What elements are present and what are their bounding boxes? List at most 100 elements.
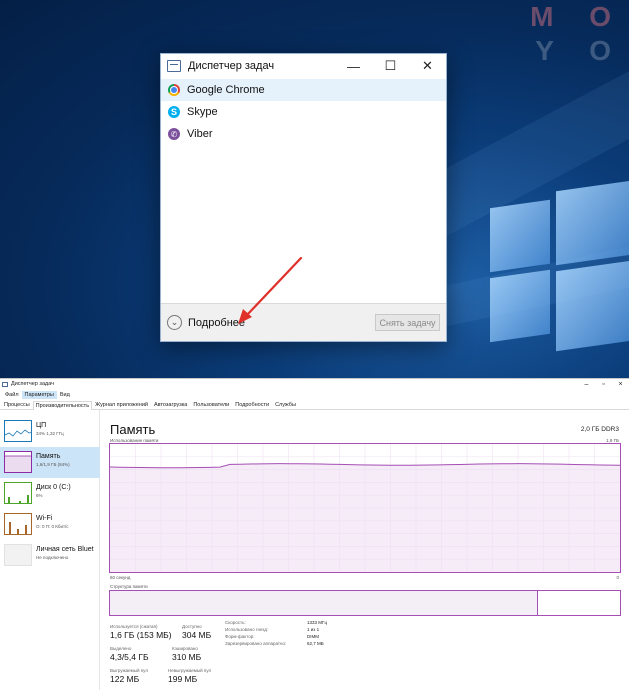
sidebar-item-wifi[interactable]: Wi-Fi О: 0 П: 0 Кбит/с	[0, 509, 100, 540]
list-item-google-chrome[interactable]: Google Chrome	[161, 79, 446, 101]
detail-slots: Использовано гнезд: 1 из 1	[225, 626, 319, 633]
watermark-line-1: M O	[530, 1, 625, 32]
task-manager-icon	[2, 381, 8, 387]
sidebar-item-memory[interactable]: Память 1,6/1,9 ГБ (84%)	[0, 447, 100, 478]
detail-form-factor: Форм-фактор: DIMM	[225, 633, 319, 640]
tab-strip: Процессы Производительность Журнал прило…	[0, 400, 629, 410]
close-button[interactable]: ✕	[409, 54, 446, 78]
sidebar-item-bluetooth[interactable]: Личная сеть Bluet Не подключено	[0, 540, 100, 571]
bluetooth-mini-graph	[4, 544, 32, 566]
detail-value: 1 из 1	[307, 627, 320, 632]
chevron-down-icon[interactable]: ⌄	[167, 315, 182, 330]
list-item-viber[interactable]: ✆ Viber	[161, 123, 446, 145]
tab-app-history[interactable]: Журнал приложений	[92, 400, 151, 409]
stat-paged-pool: Выгружаемый пул 122 МБ	[110, 668, 148, 685]
detail-hardware-reserved: Зарезервировано аппаратно: 62,7 МБ	[225, 640, 324, 647]
windows-logo	[478, 178, 629, 378]
minimize-button[interactable]: —	[335, 54, 372, 78]
detail-key: Скорость:	[225, 620, 246, 625]
memory-details-pane: Память 2,0 ГБ DDR3 Использование памяти …	[108, 410, 621, 690]
detail-speed: Скорость: 1333 МГц	[225, 619, 327, 626]
tab-performance[interactable]: Производительность	[32, 401, 93, 410]
sidebar-item-cpu[interactable]: ЦП 34% 1,32 ГГц	[0, 416, 100, 447]
cpu-mini-graph	[4, 420, 32, 442]
sidebar-item-label: Память	[36, 453, 61, 460]
sidebar-item-label: ЦП	[36, 422, 47, 429]
app-name: Skype	[187, 106, 218, 118]
memory-usage-graph	[109, 443, 621, 573]
skype-icon: S	[168, 106, 180, 118]
sidebar-item-sub: Не подключено	[36, 555, 69, 560]
window-title: Диспетчер задач	[188, 60, 275, 72]
footer-bar: ⌄ Подробнее Снять задачу	[161, 303, 446, 341]
site-watermark: M O Y O	[530, 0, 625, 68]
tab-startup[interactable]: Автозагрузка	[151, 400, 190, 409]
detail-value: 1333 МГц	[307, 620, 328, 625]
stat-value: 122 МБ	[110, 674, 140, 684]
viber-icon: ✆	[168, 128, 180, 140]
resource-sidebar: ЦП 34% 1,32 ГГц Память 1,6/1,9 ГБ (84%)	[0, 410, 100, 690]
maximize-button[interactable]: ▫	[595, 381, 612, 388]
tab-details[interactable]: Подробности	[232, 400, 272, 409]
memory-usage-area	[110, 463, 620, 572]
app-list: Google Chrome S Skype ✆ Viber	[161, 78, 446, 145]
time-axis-label: 60 секунд	[110, 575, 131, 580]
page-title: Память	[110, 422, 156, 437]
sidebar-item-label: Wi-Fi	[36, 515, 53, 522]
menu-options[interactable]: Параметры	[21, 390, 57, 399]
sidebar-item-sub: 6%	[36, 493, 43, 498]
menu-bar: Файл Параметры Вид	[0, 389, 629, 400]
more-details-link[interactable]: Подробнее	[188, 317, 375, 329]
end-task-button[interactable]: Снять задачу	[375, 314, 440, 331]
memory-mini-graph	[4, 451, 32, 473]
detail-key: Зарезервировано аппаратно:	[225, 641, 287, 646]
chrome-icon	[168, 84, 180, 96]
menu-file[interactable]: Файл	[2, 391, 22, 399]
stat-in-use: Используется (сжатая) 1,6 ГБ (153 МБ)	[110, 624, 172, 641]
tab-users[interactable]: Пользователи	[190, 400, 232, 409]
stat-value: 4,3/5,4 ГБ	[110, 652, 149, 662]
sidebar-item-sub: О: 0 П: 0 Кбит/с	[36, 524, 69, 529]
app-name: Viber	[187, 128, 213, 140]
close-button[interactable]: ×	[612, 381, 629, 388]
memory-spec: 2,0 ГБ DDR3	[580, 426, 619, 433]
maximize-button[interactable]: ☐	[372, 54, 409, 78]
task-manager-full-window: Диспетчер задач – ▫ × Файл Параметры Вид…	[0, 378, 629, 690]
list-item-skype[interactable]: S Skype	[161, 101, 446, 123]
disk-mini-graph	[4, 482, 32, 504]
task-manager-icon	[167, 60, 181, 72]
full-window-title: Диспетчер задач	[11, 381, 55, 387]
sidebar-item-sub: 34% 1,32 ГГц	[36, 431, 64, 436]
stat-available: Доступно 304 МБ	[182, 624, 211, 641]
stat-cached: Кэшировано 310 МБ	[172, 646, 201, 663]
sidebar-item-label: Личная сеть Bluet	[36, 546, 94, 553]
structure-label: Структура памяти	[110, 584, 148, 589]
sidebar-item-label: Диск 0 (C:)	[36, 484, 71, 491]
stat-value: 1,6 ГБ (153 МБ)	[110, 630, 172, 640]
app-name: Google Chrome	[187, 84, 265, 96]
menu-view[interactable]: Вид	[57, 391, 73, 399]
sidebar-item-sub: 1,6/1,9 ГБ (84%)	[36, 462, 70, 467]
sidebar-item-disk[interactable]: Диск 0 (C:) 6%	[0, 478, 100, 509]
stat-value: 199 МБ	[168, 674, 198, 684]
stat-nonpaged-pool: Невыгружаемый пул 199 МБ	[168, 668, 211, 685]
full-title-bar[interactable]: Диспетчер задач – ▫ ×	[0, 379, 629, 389]
detail-key: Форм-фактор:	[225, 634, 255, 639]
stat-value: 310 МБ	[172, 652, 202, 662]
memory-usage-plot	[110, 444, 620, 572]
memory-composition-bar	[109, 590, 621, 616]
minimize-button[interactable]: –	[578, 381, 595, 388]
tab-processes[interactable]: Процессы	[1, 400, 33, 409]
memory-in-use-segment	[110, 591, 539, 615]
stat-value: 304 МБ	[182, 630, 212, 640]
desktop-background: M O Y O Диспетчер задач — ☐ ✕ Google Chr…	[0, 0, 629, 378]
title-bar[interactable]: Диспетчер задач — ☐ ✕	[161, 54, 446, 78]
zero-axis-label: 0	[616, 575, 619, 580]
performance-pane: ЦП 34% 1,32 ГГц Память 1,6/1,9 ГБ (84%)	[0, 410, 629, 690]
wifi-mini-graph	[4, 513, 32, 535]
detail-value: DIMM	[307, 634, 319, 639]
tab-services[interactable]: Службы	[272, 400, 299, 409]
watermark-line-2: Y O	[535, 35, 625, 66]
stat-committed: Выделено 4,3/5,4 ГБ	[110, 646, 149, 663]
detail-value: 62,7 МБ	[307, 641, 324, 646]
